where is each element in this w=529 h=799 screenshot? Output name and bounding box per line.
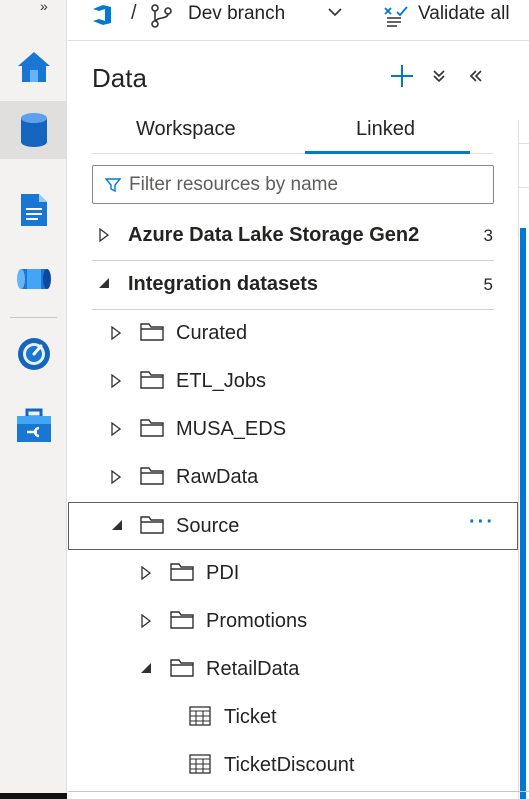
add-resource-button[interactable] [389, 63, 415, 89]
editor-scrollbar[interactable] [520, 228, 526, 799]
plus-icon [391, 65, 413, 87]
collapsed-triangle-icon[interactable] [141, 566, 151, 580]
rail-home[interactable] [0, 38, 67, 96]
pipeline-icon [16, 269, 51, 289]
tree-node-rawdata[interactable]: RawData [68, 454, 517, 502]
tree-node-label: MUSA_EDS [176, 418, 287, 440]
tree-node-integration-datasets[interactable]: Integration datasets 5 [68, 261, 517, 309]
folder-icon [170, 563, 194, 581]
tree-node-label: Ticket [224, 706, 277, 728]
tree-node-pdi[interactable]: PDI [68, 550, 517, 598]
tree-node-promotions[interactable]: Promotions [68, 598, 517, 646]
tree-node-curated[interactable]: Curated [68, 310, 517, 358]
filter-box [92, 165, 494, 204]
validate-all-button[interactable]: Validate all [418, 3, 510, 25]
double-chevron-left-icon [469, 70, 482, 82]
tree-node-label: RawData [176, 466, 259, 488]
rail-integrate[interactable] [0, 250, 67, 308]
branch-selector[interactable]: Dev branch [188, 3, 285, 25]
rail-monitor[interactable] [0, 325, 67, 383]
rail-develop[interactable] [0, 181, 67, 239]
database-icon [20, 113, 47, 147]
collapsed-triangle-icon[interactable] [111, 374, 121, 388]
more-actions-button[interactable]: ··· [469, 511, 495, 534]
expanded-triangle-icon[interactable] [98, 277, 110, 289]
branch-icon [151, 4, 172, 28]
tree-node-label: PDI [206, 562, 240, 584]
collapsed-triangle-icon[interactable] [99, 228, 109, 242]
folder-icon [140, 371, 164, 389]
home-icon [17, 52, 50, 82]
active-tab-indicator [305, 151, 470, 154]
top-bar: / Dev branch Validate all [67, 0, 529, 30]
validate-all-icon [384, 6, 408, 27]
tree-node-musa-eds[interactable]: MUSA_EDS [68, 406, 517, 454]
expanded-triangle-icon[interactable] [140, 662, 152, 674]
gauge-icon [17, 338, 50, 370]
panel-bottom-border [68, 791, 529, 792]
folder-icon [140, 323, 164, 341]
azure-devops-icon[interactable] [89, 3, 115, 27]
tab-linked[interactable]: Linked [356, 118, 415, 141]
document-icon [20, 194, 47, 226]
editor-divider [518, 143, 529, 144]
tree-node-source[interactable]: Source ··· [68, 502, 518, 550]
collapsed-triangle-icon[interactable] [111, 422, 121, 436]
node-count-badge: 5 [483, 275, 493, 294]
tab-workspace[interactable]: Workspace [136, 118, 236, 141]
folder-icon [140, 467, 164, 485]
tree-node-adls[interactable]: Azure Data Lake Storage Gen2 3 [68, 212, 517, 260]
tree-node-label: Integration datasets [128, 273, 319, 295]
folder-icon [170, 659, 194, 677]
tree-node-label: TicketDiscount [224, 754, 355, 776]
double-chevron-down-icon [433, 70, 445, 83]
folder-icon [140, 419, 164, 437]
tree-node-label: Azure Data Lake Storage Gen2 [128, 224, 420, 246]
chevron-down-icon[interactable] [328, 7, 342, 17]
tree-node-label: RetailData [206, 658, 300, 680]
tree-node-retaildata[interactable]: RetailData [68, 646, 517, 694]
tree-node-ticket[interactable]: Ticket [68, 694, 517, 742]
filter-input[interactable] [129, 173, 479, 196]
expanded-triangle-icon[interactable] [111, 519, 123, 531]
tree-node-etl-jobs[interactable]: ETL_Jobs [68, 358, 517, 406]
tree-node-label: Source [176, 515, 240, 537]
panel-title: Data [92, 63, 147, 93]
expand-all-button[interactable] [429, 63, 449, 89]
folder-icon [140, 516, 164, 534]
expand-rail-icon[interactable]: » [40, 0, 60, 14]
node-count-badge: 3 [483, 226, 493, 245]
left-nav-rail: » [0, 0, 67, 799]
toolbox-icon [16, 408, 51, 442]
tree-node-ticketdiscount[interactable]: TicketDiscount [68, 742, 517, 790]
collapsed-triangle-icon[interactable] [111, 470, 121, 484]
collapsed-triangle-icon[interactable] [111, 326, 121, 340]
editor-divider [518, 187, 529, 188]
collapse-panel-button[interactable] [466, 63, 486, 89]
folder-icon [170, 611, 194, 629]
breadcrumb-separator: / [131, 2, 137, 24]
tree-node-label: Promotions [206, 610, 308, 632]
rail-separator [10, 317, 57, 318]
tree-node-label: Curated [176, 322, 248, 344]
rail-data[interactable] [0, 101, 67, 159]
rail-bottom-bar [0, 793, 67, 799]
table-icon [189, 754, 211, 774]
tree-node-label: ETL_Jobs [176, 370, 267, 392]
filter-icon [105, 177, 121, 192]
rail-manage[interactable] [0, 397, 67, 455]
app-root: » / Dev branch Validate all Data Workspa… [0, 0, 529, 799]
data-panel: Data Workspace Linked Filter resources b… [68, 40, 529, 799]
table-icon [189, 706, 211, 726]
collapsed-triangle-icon[interactable] [141, 614, 151, 628]
